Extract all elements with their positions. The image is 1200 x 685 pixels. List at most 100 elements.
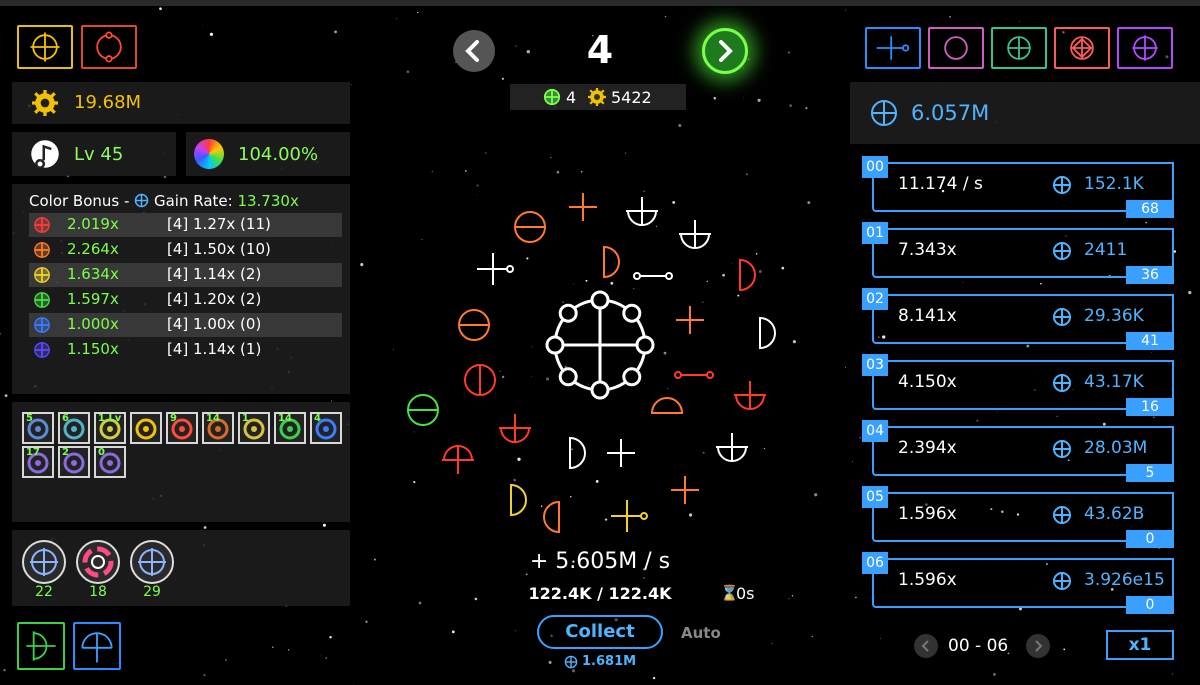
- cross-node-icon: [876, 36, 910, 60]
- generator-rate: 11.174 / s: [898, 174, 983, 194]
- upgrade-circle-button[interactable]: [76, 540, 120, 584]
- mode-button-green[interactable]: [17, 622, 65, 670]
- upgrade-tile[interactable]: 17: [22, 446, 54, 478]
- circle-bar-symbol: [464, 364, 496, 396]
- symbol-circle-tab[interactable]: [928, 27, 984, 69]
- upgrade-circle-button[interactable]: [22, 540, 66, 584]
- generator-row[interactable]: 06 1.596x 3.926e15 0: [862, 552, 1174, 616]
- symbol-ring-nodes-tab[interactable]: [991, 27, 1047, 69]
- page-prev-button[interactable]: [914, 634, 938, 658]
- bar-node-symbol: [633, 272, 673, 280]
- plus-symbol: [607, 439, 635, 467]
- mode-button-blue[interactable]: [73, 622, 121, 670]
- tile-badge: 5: [26, 413, 33, 424]
- collect-button[interactable]: Collect: [537, 615, 663, 649]
- generator-cost: 43.17K: [1084, 372, 1144, 392]
- plus-symbol: [671, 476, 699, 504]
- color-crosshair-icon: [34, 267, 50, 283]
- crosshair-circle-icon: [1053, 440, 1071, 458]
- symbol-tab-gold[interactable]: [17, 25, 73, 69]
- tile-badge: 14: [278, 413, 292, 424]
- generator-index: 06: [862, 552, 888, 574]
- half-disc-symbol: [739, 258, 756, 292]
- generator-row[interactable]: 02 8.141x 29.36K 41: [862, 288, 1174, 352]
- arc-cross-symbol: [442, 445, 474, 474]
- tile-badge: 9: [170, 413, 177, 424]
- generator-cost: 43.62B: [1084, 504, 1145, 524]
- chevron-right-icon: [1035, 640, 1043, 652]
- color-multiplier: 2.264x: [67, 240, 119, 258]
- prev-stage-button[interactable]: [453, 30, 495, 72]
- tile-badge: 4: [314, 413, 321, 424]
- stage-gear-count: 5422: [611, 88, 652, 107]
- color-percent: 104.00%: [238, 144, 319, 165]
- generator-cost: 2411: [1084, 240, 1128, 260]
- color-crosshair-icon: [34, 242, 50, 258]
- upgrade-tile[interactable]: 9: [166, 412, 198, 444]
- upgrade-tile[interactable]: 4: [310, 412, 342, 444]
- stage-icon-count: 4: [566, 88, 577, 107]
- generator-index: 03: [862, 354, 888, 376]
- generator-index: 01: [862, 222, 888, 244]
- generator-rate: 4.150x: [898, 372, 957, 392]
- color-level: [4] 1.00x (0): [167, 315, 262, 333]
- upgrade-tile[interactable]: [130, 412, 162, 444]
- color-multiplier: 2.019x: [67, 215, 119, 233]
- generator-cost: 28.03M: [1084, 438, 1148, 458]
- gain-rate-label: Gain Rate:: [153, 192, 238, 210]
- generator-row[interactable]: 00 11.174 / s 152.1K 68: [862, 156, 1174, 220]
- upgrade-tile[interactable]: 2: [58, 446, 90, 478]
- buy-multiplier-button[interactable]: x1: [1106, 630, 1174, 660]
- crosshair-circle-icon: [134, 193, 149, 208]
- next-stage-button[interactable]: [702, 28, 748, 74]
- upgrade-tile[interactable]: 1: [238, 412, 270, 444]
- symbol-crosshair-tab[interactable]: [1117, 27, 1173, 69]
- arch-cross-icon: [81, 632, 113, 663]
- page-next-button[interactable]: [1026, 634, 1050, 658]
- upgrade-tile[interactable]: 0: [94, 446, 126, 478]
- circle-bar-symbol: [407, 394, 439, 426]
- upgrade-tile[interactable]: 1 Lv: [94, 412, 126, 444]
- color-bonus-row: 2.019x [4] 1.27x (11): [29, 213, 342, 237]
- generator-row[interactable]: 01 7.343x 2411 36: [862, 222, 1174, 286]
- plus-symbol: [569, 193, 597, 221]
- color-wheel-icon: [82, 546, 114, 578]
- generator-index: 05: [862, 486, 888, 508]
- upgrade-tile[interactable]: 6: [58, 412, 90, 444]
- upgrade-circle-button[interactable]: [130, 540, 174, 584]
- symbol-diamond-circle-tab[interactable]: [1054, 27, 1110, 69]
- tile-badge: 14: [206, 413, 220, 424]
- collect-amount: 1.681M: [582, 654, 637, 669]
- stage-number: 4: [586, 28, 614, 72]
- generator-row[interactable]: 04 2.394x 28.03M 5: [862, 420, 1174, 484]
- generator-cost: 3.926e15: [1084, 570, 1165, 590]
- auto-toggle[interactable]: Auto: [681, 624, 721, 642]
- buy-multiplier: x1: [1128, 635, 1152, 655]
- upgrade-tile[interactable]: 5: [22, 412, 54, 444]
- generator-row[interactable]: 05 1.596x 43.62B 0: [862, 486, 1174, 550]
- generator-count: 16: [1126, 398, 1174, 416]
- color-crosshair-icon: [34, 217, 50, 233]
- capacity: 122.4K / 122.4K: [528, 584, 672, 603]
- crosshair-circle-icon: [1053, 308, 1071, 326]
- upgrade-circle-count: 29: [143, 584, 161, 600]
- symbol-tab-red[interactable]: [81, 25, 137, 69]
- color-bonus-row: 2.264x [4] 1.50x (10): [29, 238, 342, 262]
- symbol-cross-node-tab[interactable]: [865, 27, 921, 69]
- generator-count: 0: [1126, 530, 1174, 548]
- symbol-constellation[interactable]: [380, 170, 820, 550]
- color-percent-panel[interactable]: 104.00%: [186, 132, 350, 176]
- upgrade-gear-icon: [135, 418, 157, 440]
- arc-cross-symbol: [716, 433, 748, 462]
- level-panel[interactable]: Lv 45: [12, 132, 176, 176]
- chevron-left-icon: [465, 40, 479, 62]
- upgrade-tile[interactable]: 14: [274, 412, 306, 444]
- half-disc-symbol: [510, 483, 527, 517]
- color-crosshair-icon: [34, 342, 50, 358]
- color-level: [4] 1.14x (2): [167, 265, 262, 283]
- half-disc-symbol: [759, 316, 776, 350]
- generator-count: 68: [1126, 200, 1174, 218]
- upgrade-tile[interactable]: 14: [202, 412, 234, 444]
- generator-row[interactable]: 03 4.150x 43.17K 16: [862, 354, 1174, 418]
- plus-symbol: [676, 306, 704, 334]
